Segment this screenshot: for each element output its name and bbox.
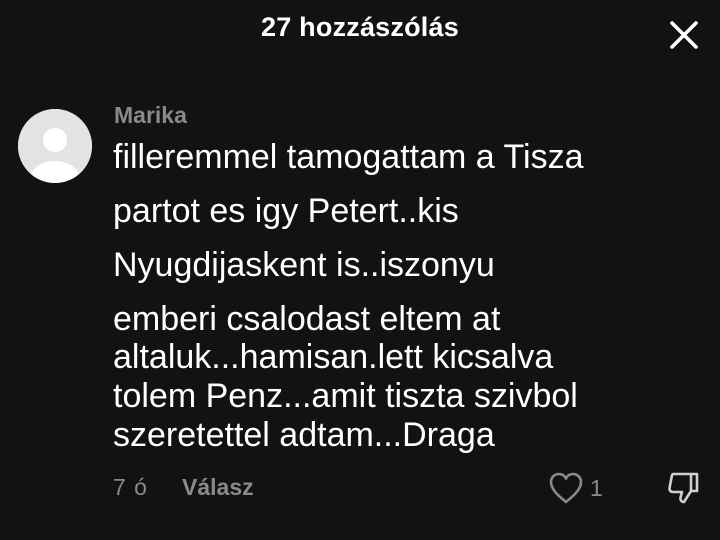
comment-line: emberi csalodast eltem at xyxy=(113,300,501,338)
comment-line: szeretettel adtam...Draga xyxy=(113,416,495,454)
thumbs-down-icon xyxy=(668,472,699,504)
like-count: 1 xyxy=(590,474,603,501)
comment-line: filleremmel tamogattam a Tisza xyxy=(113,138,584,176)
heart-outline-icon xyxy=(549,472,583,504)
comment-line: partot es igy Petert..kis xyxy=(113,192,459,230)
dislike-button[interactable] xyxy=(664,468,704,508)
default-avatar-icon xyxy=(18,109,92,183)
comments-count-title: 27 hozzászólás xyxy=(261,12,459,42)
close-icon xyxy=(670,21,698,49)
comment-line: tolem Penz...amit tiszta szivbol xyxy=(113,377,578,415)
comment-timestamp: 7 ó xyxy=(113,474,148,500)
close-button[interactable] xyxy=(664,15,704,55)
like-button[interactable]: 1 xyxy=(548,468,603,508)
comment-line: altaluk...hamisan.lett kicsalva xyxy=(113,338,554,376)
comment-username[interactable]: Marika xyxy=(114,102,187,129)
comment-text: filleremmel tamogattam a Tisza partot es… xyxy=(113,140,713,452)
comment-line: Nyugdijaskent is..iszonyu xyxy=(113,246,495,284)
reply-button[interactable]: Válasz xyxy=(182,474,254,501)
avatar[interactable] xyxy=(18,109,92,183)
